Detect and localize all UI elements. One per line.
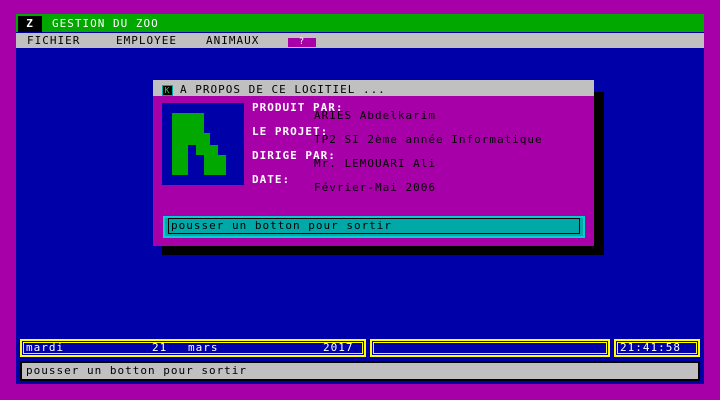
- date-value: Février-Mai 2006: [314, 181, 436, 194]
- k-logo-icon: [162, 103, 244, 185]
- status-year: 2017: [323, 341, 354, 354]
- logo-upper-arm-1: [188, 113, 204, 123]
- exit-prompt-text[interactable]: pousser un botton pour sortir: [168, 218, 580, 234]
- menu-help[interactable]: ?: [288, 38, 316, 47]
- dialog-k-icon[interactable]: K: [162, 85, 173, 96]
- logo-lower-arm-1: [196, 145, 218, 155]
- date-label: DATE:: [252, 173, 291, 186]
- menu-employee[interactable]: EMPLOYEE: [116, 33, 177, 48]
- status-month: mars: [188, 341, 219, 354]
- menu-fichier[interactable]: FICHIER: [27, 33, 80, 48]
- logo-joint: [188, 133, 210, 145]
- app-icon[interactable]: Z: [18, 16, 42, 32]
- status-date-num: 21: [152, 341, 168, 354]
- app-title: GESTION DU ZOO: [52, 17, 159, 30]
- middle-status-box: [370, 339, 610, 357]
- status-day: mardi: [26, 341, 65, 354]
- dialog-title: A PROPOS DE CE LOGITIEL ...: [180, 83, 386, 96]
- status-time: 21:41:58: [620, 341, 681, 354]
- logo-lower-arm-2: [204, 155, 226, 165]
- logo-lower-arm-3: [204, 165, 226, 175]
- logo-stem: [172, 113, 188, 175]
- middle-status-inner: [373, 342, 607, 354]
- menu-animaux[interactable]: ANIMAUX: [206, 33, 259, 48]
- logo-upper-arm-2: [188, 123, 204, 133]
- produit-value: ARIES Abdelkarim: [314, 109, 436, 122]
- dirige-value: Mr. LEMOUARI Ali: [314, 157, 436, 170]
- message-text: pousser un botton pour sortir: [26, 364, 248, 377]
- projet-value: TP2 SI 2ème année Informatique: [314, 133, 543, 146]
